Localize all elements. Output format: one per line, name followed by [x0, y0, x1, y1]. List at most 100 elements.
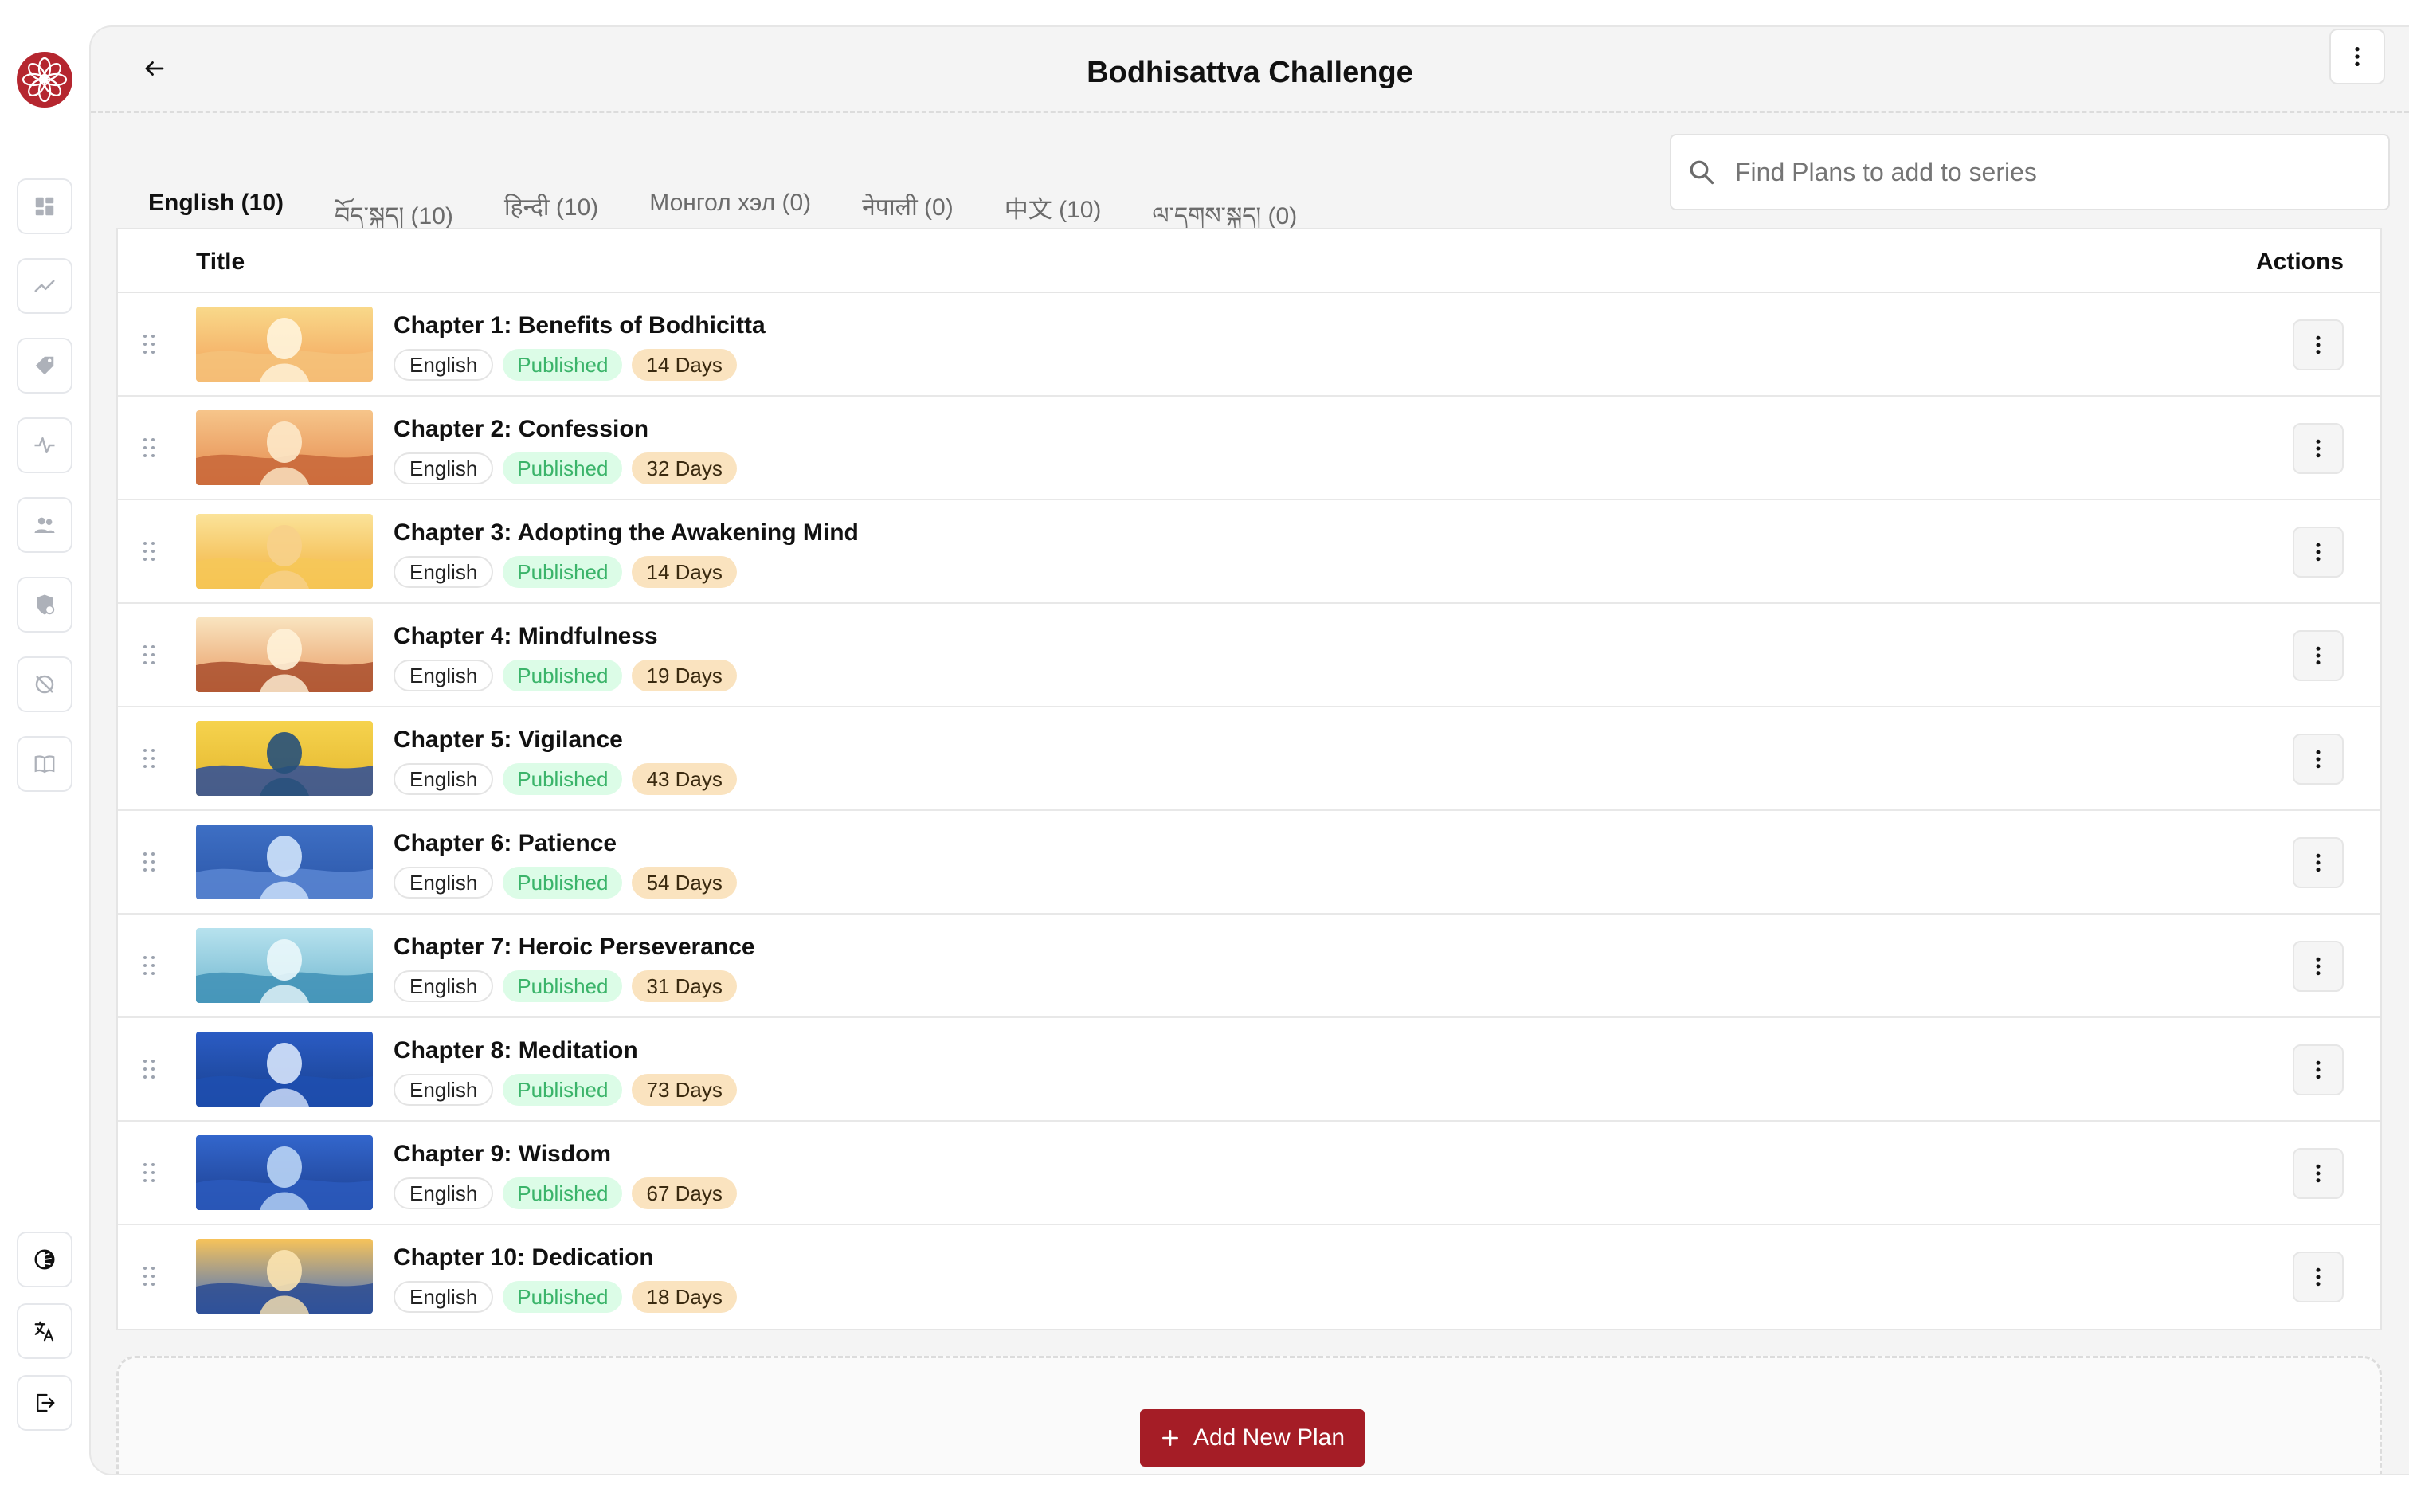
plan-thumbnail [196, 1239, 373, 1314]
users-icon [34, 517, 55, 533]
plan-title-dedication[interactable]: Chapter 10: Dedication [394, 1244, 654, 1271]
column-header-actions: Actions [2255, 249, 2344, 275]
plan-badges: English Published 18 Days [394, 1281, 737, 1313]
table-row[interactable]: Chapter 8: Meditation English Published 73 … [118, 1018, 2380, 1122]
duration-badge: 73 Days [632, 1074, 737, 1106]
table-row[interactable]: Chapter 10: Dedication English Published 18… [118, 1225, 2380, 1329]
plan-badges: English Published 31 Days [394, 970, 737, 1002]
plus-icon [1161, 1430, 1178, 1446]
table-row[interactable]: Chapter 4: Mindfulness English Published 19… [118, 604, 2380, 707]
add-new-plan-button[interactable]: Add New Plan [1140, 1409, 1365, 1467]
series-menu-button[interactable] [2329, 29, 2385, 84]
row-actions-button[interactable] [2293, 1044, 2344, 1095]
more-vertical-icon [2316, 543, 2321, 562]
search-input[interactable] [1735, 157, 2356, 187]
table-row[interactable]: Chapter 1: Benefits of Bodhicitta English… [118, 293, 2380, 397]
sidebar-item-dashboard[interactable] [17, 178, 72, 234]
tab-ladakhi[interactable]: ལ་དྭགས་སྐད། (0) [1126, 161, 1322, 237]
page-header: Bodhisattva Challenge [91, 27, 2409, 113]
plan-thumbnail [196, 1135, 373, 1210]
duration-badge: 32 Days [632, 452, 737, 484]
more-vertical-icon [2316, 957, 2321, 976]
status-badge: Published [503, 1177, 623, 1209]
more-vertical-icon [2316, 646, 2321, 665]
drag-handle-icon[interactable] [142, 540, 156, 562]
logout-button[interactable] [17, 1375, 72, 1431]
chart-trend-icon [34, 280, 55, 292]
more-vertical-icon [2316, 750, 2321, 769]
sidebar-item-roles[interactable] [17, 577, 72, 633]
sidebar-item-tags[interactable] [17, 338, 72, 394]
language-badge: English [394, 1177, 494, 1209]
tab-tibetan[interactable]: བོད་སྐད། (10) [309, 161, 479, 237]
row-actions-button[interactable] [2293, 837, 2344, 888]
plan-title-meditation[interactable]: Chapter 8: Meditation [394, 1037, 638, 1064]
status-badge: Published [503, 970, 623, 1002]
language-badge: English [394, 556, 494, 588]
table-row[interactable]: Chapter 9: Wisdom English Published 67 Days [118, 1122, 2380, 1225]
plan-title-heroic-perseverance[interactable]: Chapter 7: Heroic Perseverance [394, 934, 755, 961]
plan-title-patience[interactable]: Chapter 6: Patience [394, 830, 617, 857]
plan-title-adopting-awakening-mind[interactable]: Chapter 3: Adopting the Awakening Mind [394, 519, 859, 546]
tab-hindi[interactable]: हिन्दी (10) [479, 161, 624, 237]
column-header-title: Title [196, 249, 245, 275]
plan-title-confession[interactable]: Chapter 2: Confession [394, 416, 648, 443]
row-actions-button[interactable] [2293, 734, 2344, 785]
row-actions-button[interactable] [2293, 1148, 2344, 1199]
plan-title-wisdom[interactable]: Chapter 9: Wisdom [394, 1141, 611, 1168]
shield-user-icon [37, 594, 55, 615]
more-vertical-icon [2316, 1267, 2321, 1287]
table-row[interactable]: Chapter 7: Heroic Perseverance English Pub… [118, 915, 2380, 1018]
language-button[interactable] [17, 1303, 72, 1359]
plan-title-vigilance[interactable]: Chapter 5: Vigilance [394, 727, 623, 754]
plan-title-mindfulness[interactable]: Chapter 4: Mindfulness [394, 623, 658, 650]
tab-chinese[interactable]: 中文 (10) [979, 161, 1127, 237]
row-actions-button[interactable] [2293, 527, 2344, 578]
drag-handle-icon[interactable] [142, 437, 156, 459]
drag-handle-icon[interactable] [142, 644, 156, 666]
table-header: Title Actions [118, 229, 2380, 293]
sidebar-item-plans[interactable] [17, 736, 72, 792]
tab-nepali[interactable]: नेपाली (0) [836, 161, 979, 237]
row-actions-button[interactable] [2293, 941, 2344, 992]
row-actions-button[interactable] [2293, 423, 2344, 474]
sidebar-item-hidden[interactable] [17, 656, 72, 712]
duration-badge: 14 Days [632, 349, 737, 381]
tab-english[interactable]: English (10) [123, 161, 309, 237]
sidebar-item-users[interactable] [17, 497, 72, 553]
drag-handle-icon[interactable] [142, 954, 156, 977]
sidebar-item-analytics[interactable] [17, 258, 72, 314]
table-row[interactable]: Chapter 5: Vigilance English Published 43 D… [118, 707, 2380, 811]
status-badge: Published [503, 556, 623, 588]
plan-title-benefits-of-bodhicitta[interactable]: Chapter 1: Benefits of Bodhicitta [394, 312, 766, 339]
plan-badges: English Published 54 Days [394, 867, 737, 899]
drag-handle-icon[interactable] [142, 333, 156, 355]
drag-handle-icon[interactable] [142, 1265, 156, 1287]
logout-icon [37, 1393, 55, 1412]
row-actions-button[interactable] [2293, 630, 2344, 681]
brand-logo-icon[interactable] [16, 51, 73, 108]
drag-handle-icon[interactable] [142, 1161, 156, 1184]
theme-toggle-button[interactable] [17, 1232, 72, 1287]
drag-handle-icon[interactable] [142, 1058, 156, 1080]
plan-thumbnail [196, 721, 373, 796]
status-badge: Published [503, 660, 623, 691]
plan-badges: English Published 67 Days [394, 1177, 737, 1209]
table-row[interactable]: Chapter 2: Confession English Published 32 … [118, 397, 2380, 500]
translate-icon [34, 1321, 54, 1342]
language-badge: English [394, 970, 494, 1002]
duration-badge: 43 Days [632, 763, 737, 795]
search-icon [1690, 160, 1714, 185]
row-actions-button[interactable] [2293, 1252, 2344, 1302]
duration-badge: 18 Days [632, 1281, 737, 1313]
table-row[interactable]: Chapter 3: Adopting the Awakening Mind En… [118, 500, 2380, 604]
table-row[interactable]: Chapter 6: Patience English Published 54 Da… [118, 811, 2380, 915]
sidebar-item-activity[interactable] [17, 417, 72, 473]
language-badge: English [394, 452, 494, 484]
drag-handle-icon[interactable] [142, 747, 156, 770]
drag-handle-icon[interactable] [142, 851, 156, 873]
page-title: Bodhisattva Challenge [1087, 56, 1413, 89]
row-actions-button[interactable] [2293, 319, 2344, 370]
tab-mongolian[interactable]: Монгол хэл (0) [624, 161, 836, 237]
language-badge: English [394, 763, 494, 795]
